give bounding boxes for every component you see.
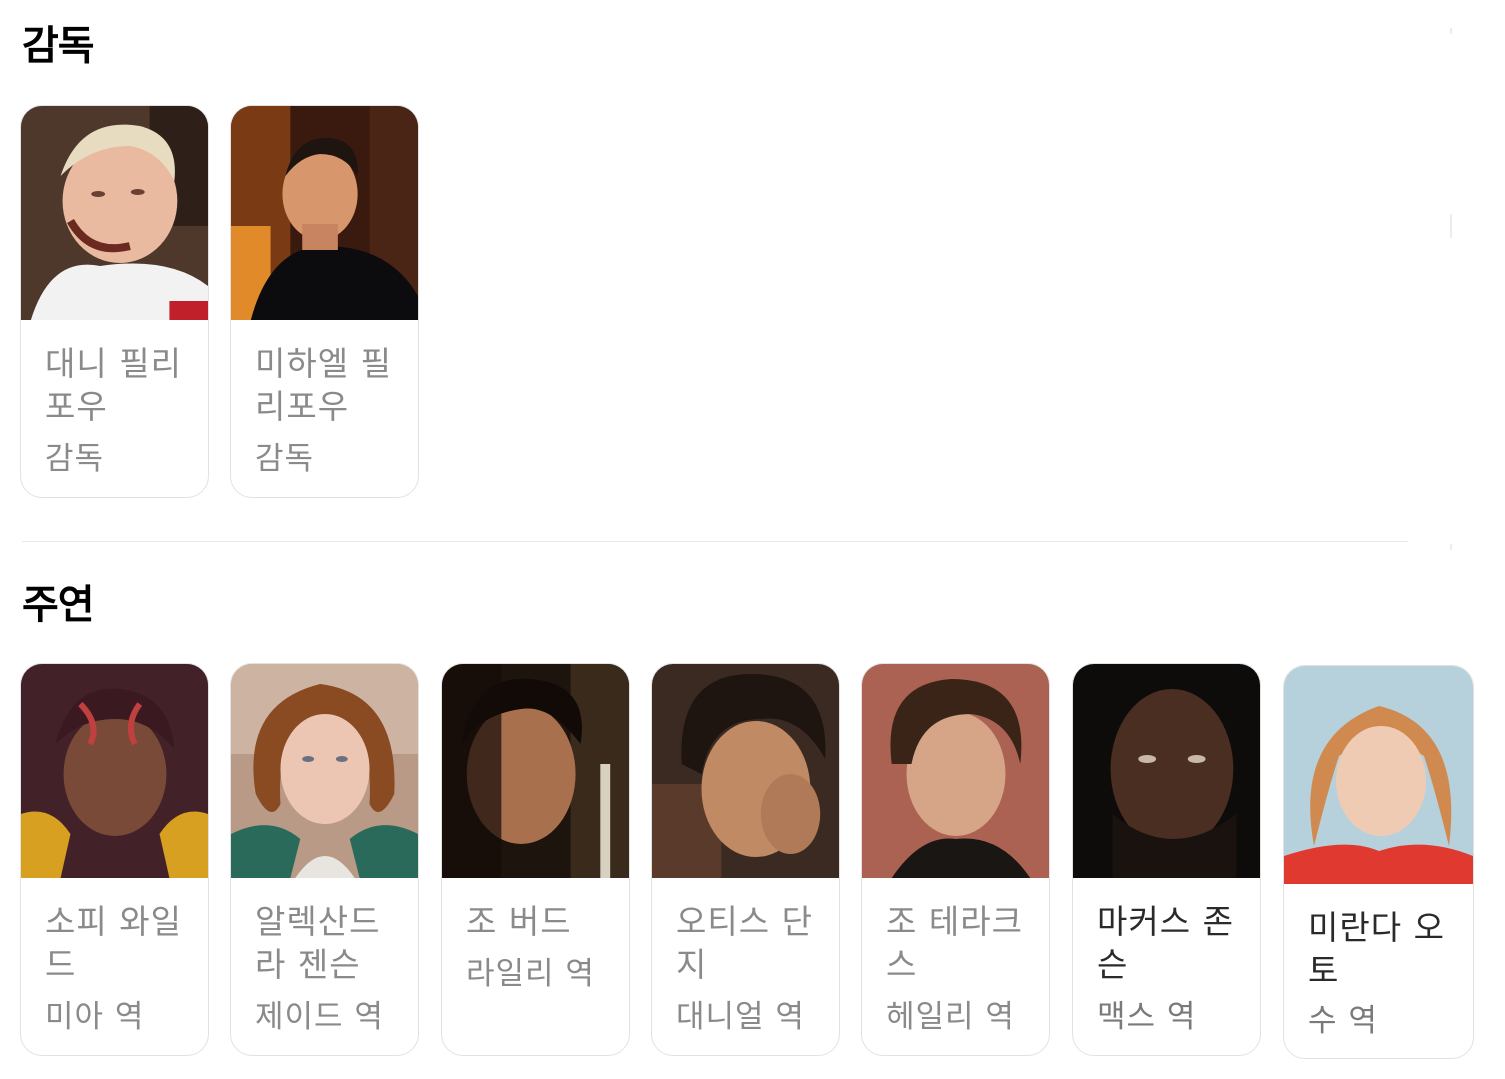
cast-photo (231, 664, 418, 878)
cast-photo (652, 664, 839, 878)
director-name: 대니 필리포우 (45, 344, 182, 426)
cast-role: 대니얼 역 (676, 999, 805, 1035)
cast-role: 수 역 (1308, 1003, 1378, 1039)
cast-name: 조 버드 (466, 902, 572, 941)
cast-role: 맥스 역 (1097, 999, 1197, 1035)
cast-card[interactable]: 조 테라크스 헤일리 역 (861, 663, 1050, 1056)
director-role: 감독 (255, 441, 315, 477)
cast-role: 헤일리 역 (886, 999, 1015, 1035)
cast-card[interactable]: 알렉산드라 젠슨 제이드 역 (230, 663, 419, 1056)
cast-card[interactable]: 미란다 오토 수 역 (1283, 665, 1474, 1059)
directors-section-title: 감독 (22, 23, 95, 69)
scroll-indicator (1450, 214, 1452, 238)
cast-role: 제이드 역 (255, 999, 384, 1035)
cast-role: 라일리 역 (466, 956, 595, 992)
cast-photo (1284, 666, 1473, 884)
director-role: 감독 (45, 441, 105, 477)
cast-card[interactable]: 마커스 존슨 맥스 역 (1072, 663, 1261, 1056)
scroll-indicator (1450, 28, 1452, 34)
cast-role: 미아 역 (45, 999, 145, 1035)
cast-photo (442, 664, 629, 878)
cast-name: 마커스 존슨 (1097, 902, 1234, 984)
cast-name: 알렉산드라 젠슨 (255, 902, 381, 984)
cast-card[interactable]: 소피 와일드 미아 역 (20, 663, 209, 1056)
director-card[interactable]: 미하엘 필리포우 감독 (230, 105, 419, 498)
cast-photo (21, 664, 208, 878)
cast-photo (1073, 664, 1260, 878)
director-card[interactable]: 대니 필리포우 감독 (20, 105, 209, 498)
cast-name: 미란다 오토 (1308, 908, 1445, 990)
cast-name: 소피 와일드 (45, 902, 182, 984)
section-divider (22, 541, 1408, 542)
cast-card[interactable]: 조 버드 라일리 역 (441, 663, 630, 1056)
cast-name: 오티스 단지 (676, 902, 813, 984)
scroll-indicator (1450, 544, 1452, 550)
director-photo (231, 106, 418, 320)
director-photo (21, 106, 208, 320)
cast-section-title: 주연 (22, 582, 95, 628)
cast-photo (862, 664, 1049, 878)
cast-card[interactable]: 오티스 단지 대니얼 역 (651, 663, 840, 1056)
director-name: 미하엘 필리포우 (255, 344, 392, 426)
cast-name: 조 테라크스 (886, 902, 1023, 984)
